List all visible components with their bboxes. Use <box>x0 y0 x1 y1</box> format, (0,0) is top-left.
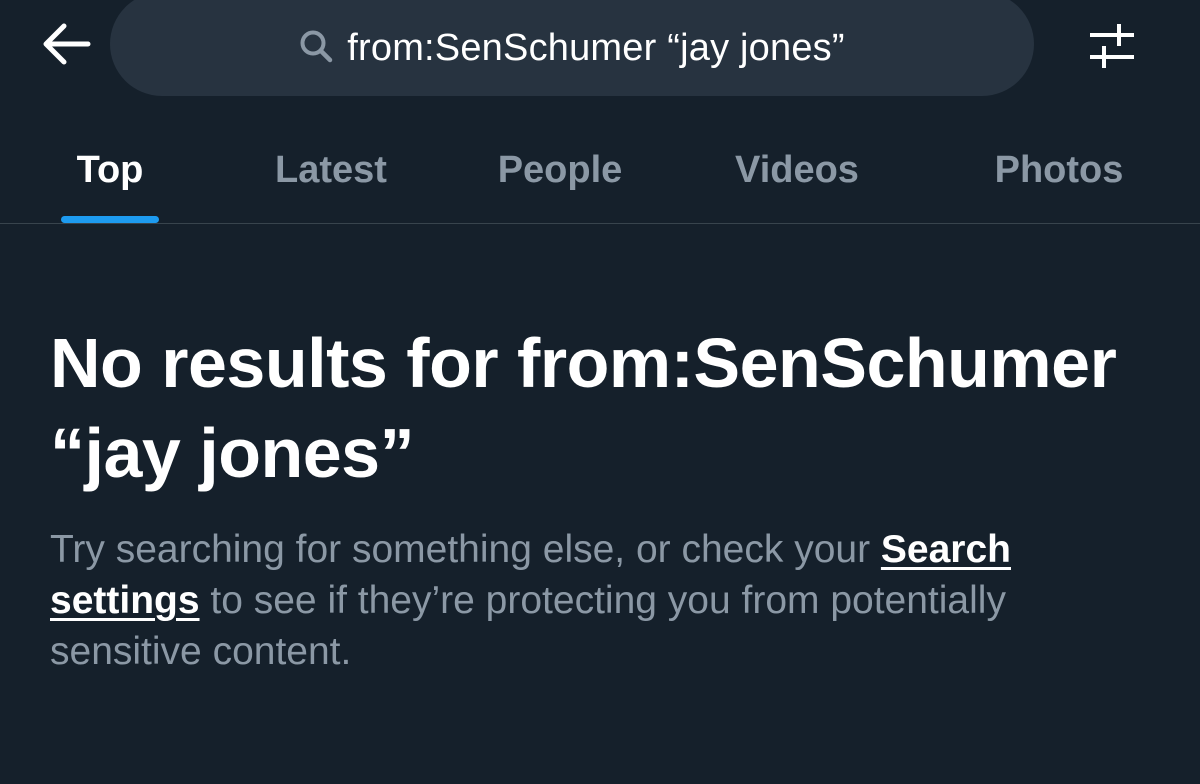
top-bar: from:SenSchumer “jay jones” <box>0 0 1200 118</box>
empty-state-title: No results for from:SenSchumer “jay jone… <box>50 324 1117 492</box>
tab-photos[interactable]: Photos <box>975 118 1143 223</box>
active-tab-indicator <box>61 216 159 223</box>
search-filters-button[interactable] <box>1074 12 1150 80</box>
empty-state-text-before: Try searching for something else, or che… <box>50 528 881 571</box>
sliders-icon <box>1087 20 1137 73</box>
search-input[interactable]: from:SenSchumer “jay jones” <box>110 0 1034 96</box>
empty-state: No results for from:SenSchumer “jay jone… <box>50 318 1170 677</box>
search-tabs: Top Latest People Videos Photos <box>0 118 1200 224</box>
empty-state-message: Try searching for something else, or che… <box>50 524 1150 677</box>
back-button[interactable] <box>28 12 104 80</box>
arrow-left-icon <box>40 22 92 71</box>
search-query-text: from:SenSchumer “jay jones” <box>347 26 845 69</box>
tab-latest[interactable]: Latest <box>255 118 407 223</box>
search-icon <box>299 29 333 68</box>
tab-top[interactable]: Top <box>60 118 160 223</box>
tab-videos[interactable]: Videos <box>715 118 879 223</box>
tab-people[interactable]: People <box>480 118 640 223</box>
